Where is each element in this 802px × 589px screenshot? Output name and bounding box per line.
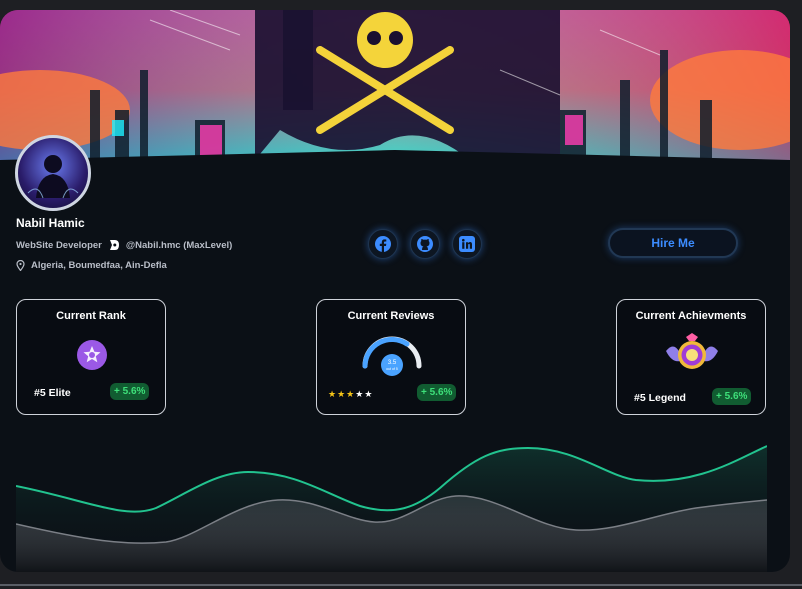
profile-banner xyxy=(0,10,790,170)
achievements-label: #5 Legend xyxy=(634,392,686,404)
rank-change-badge: + 5.6% xyxy=(110,383,150,400)
location-pin-icon xyxy=(16,260,25,271)
gauge-value: 3.5 xyxy=(388,360,397,366)
achievement-trophy-icon xyxy=(666,333,718,369)
profile-handle[interactable]: @Nabil.hmc (MaxLevel) xyxy=(126,240,232,251)
reviews-card: Current Reviews 3.5 out of 5 ★ ★ ★ ★ ★ +… xyxy=(316,299,466,415)
achievements-title: Current Achievments xyxy=(635,310,747,322)
hire-me-button[interactable]: Hire Me xyxy=(608,228,738,258)
star-icon: ★ xyxy=(346,389,355,399)
rank-label: #5 Elite xyxy=(34,387,71,399)
github-button[interactable] xyxy=(410,229,440,259)
facebook-button[interactable] xyxy=(368,229,398,259)
star-empty-icon: ★ xyxy=(364,389,373,399)
github-icon xyxy=(417,236,433,252)
achievements-change-badge: + 5.6% xyxy=(712,388,752,405)
social-links xyxy=(368,229,482,259)
linkedin-button[interactable] xyxy=(452,229,482,259)
profile-role: WebSite Developer xyxy=(16,239,102,251)
profile-role-row: WebSite Developer @Nabil.hmc (MaxLevel) xyxy=(16,239,232,251)
linkedin-icon xyxy=(459,236,475,252)
profile-name: Nabil Hamic xyxy=(16,216,85,230)
profile-location-row: Algeria, Boumedfaa, Ain-Defla xyxy=(16,260,167,271)
reviews-title: Current Reviews xyxy=(347,310,435,322)
avatar[interactable] xyxy=(15,135,91,211)
reviews-gauge: 3.5 out of 5 xyxy=(362,336,422,376)
achievements-card: Current Achievments #5 Legend + 5.6% xyxy=(616,299,766,415)
rank-card: Current Rank #5 Elite + 5.6% xyxy=(16,299,166,415)
profile-location: Algeria, Boumedfaa, Ain-Defla xyxy=(31,260,167,271)
bottom-divider xyxy=(0,584,802,586)
star-icon: ★ xyxy=(328,389,337,399)
gauge-sub: out of 5 xyxy=(386,367,398,371)
discord-icon xyxy=(109,240,119,250)
star-half-icon: ★ xyxy=(355,389,364,399)
star-icon: ★ xyxy=(337,389,346,399)
reviews-stars: ★ ★ ★ ★ ★ xyxy=(328,389,372,400)
reviews-change-badge: + 5.6% xyxy=(417,384,457,401)
rank-title: Current Rank xyxy=(56,310,126,322)
activity-wave-graph xyxy=(15,430,768,572)
profile-card: Nabil Hamic WebSite Developer @Nabil.hmc… xyxy=(0,10,790,572)
rank-badge-icon xyxy=(77,340,107,370)
facebook-icon xyxy=(375,236,391,252)
